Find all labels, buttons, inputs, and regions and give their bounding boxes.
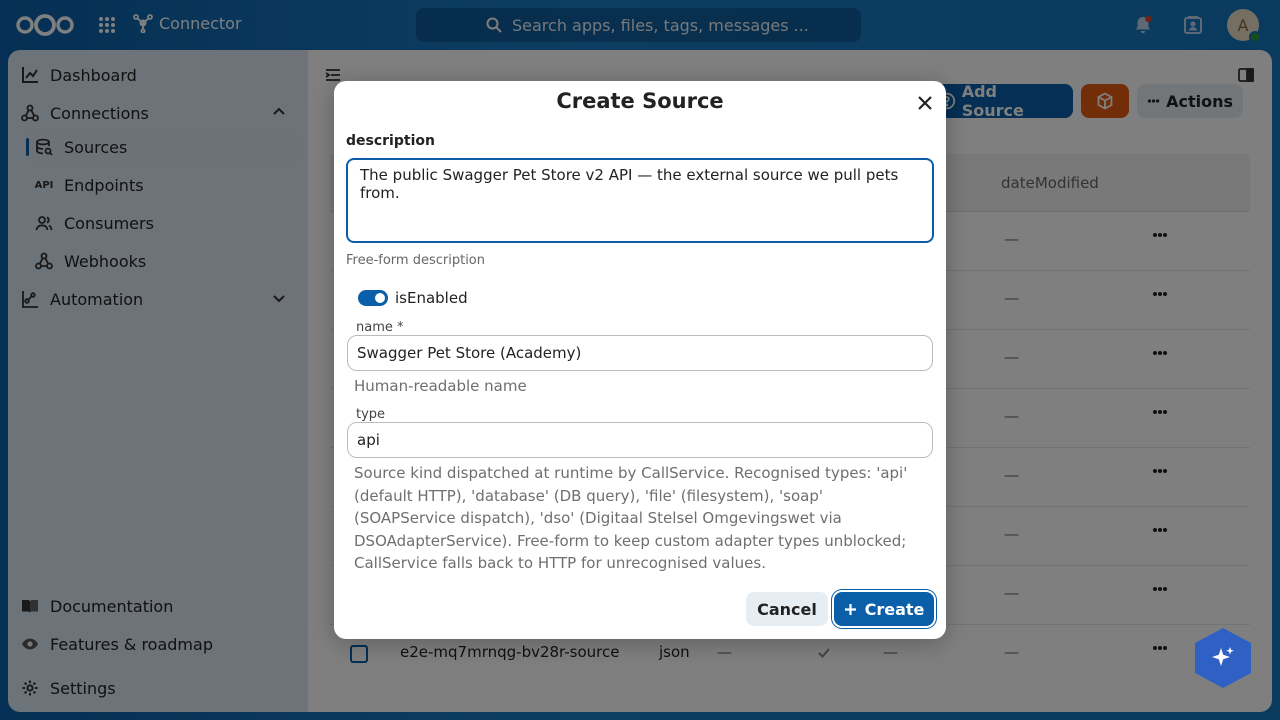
sparkle-icon bbox=[1212, 647, 1234, 666]
name-hint: Human-readable name bbox=[354, 377, 527, 395]
create-label: Create bbox=[864, 599, 925, 619]
cancel-button[interactable]: Cancel bbox=[746, 592, 828, 626]
name-field[interactable]: Swagger Pet Store (Academy) bbox=[347, 335, 933, 371]
create-button[interactable]: Create bbox=[834, 592, 934, 626]
description-hint: Free-form description bbox=[346, 253, 486, 268]
type-field[interactable]: api bbox=[347, 422, 933, 458]
is-enabled-toggle-row[interactable]: isEnabled bbox=[358, 289, 468, 307]
dialog-title: Create Source bbox=[556, 89, 724, 113]
type-hint: Source kind dispatched at runtime by Cal… bbox=[354, 464, 908, 572]
is-enabled-label: isEnabled bbox=[395, 289, 468, 307]
description-textarea[interactable]: The public Swagger Pet Store v2 API — th… bbox=[346, 158, 934, 243]
create-source-dialog: Create Source description The public Swa… bbox=[334, 81, 946, 639]
name-field-label: name * bbox=[352, 320, 408, 335]
name-field-value: Swagger Pet Store (Academy) bbox=[357, 344, 582, 362]
cancel-label: Cancel bbox=[757, 599, 817, 619]
close-icon[interactable] bbox=[916, 94, 934, 112]
type-field-value: api bbox=[357, 431, 380, 449]
plus-icon bbox=[844, 603, 856, 615]
type-field-label: type bbox=[352, 407, 390, 422]
is-enabled-switch[interactable] bbox=[358, 290, 388, 306]
description-label: description bbox=[346, 133, 435, 149]
